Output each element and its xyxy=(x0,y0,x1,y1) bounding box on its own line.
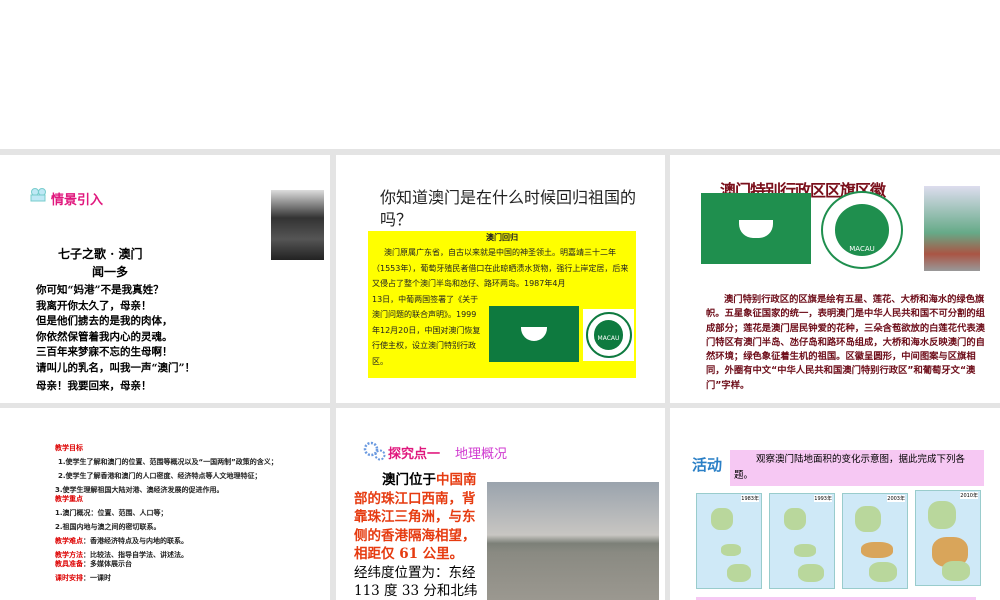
macau-emblem-image: MACAU xyxy=(821,191,903,269)
location-paragraph: 澳门位于中国南部的珠江口西南，背靠珠江三角洲，与东侧的香港隔海相望，相距仅 61… xyxy=(354,472,478,599)
poem-title: 七子之歌 · 澳门 xyxy=(58,247,143,261)
land-area-map-4: 2010年 xyxy=(915,490,981,586)
activity-label: 活动 xyxy=(692,456,723,474)
slide-thumbnail-1[interactable]: 情景引入 七子之歌 · 澳门 闻一多 你可知“妈港”不是我真姓？ 我离开你太久了… xyxy=(0,155,330,403)
info-box-text-side: 13日，中葡两国签署了《关于澳门问题的联合声明》。1999年12月20日，中国对… xyxy=(372,294,481,366)
poem-line: 请叫儿的乳名，叫我一声“澳门”！ xyxy=(36,361,196,374)
section-heading: 探究点一 xyxy=(388,447,441,462)
activity-instruction: 观察澳门陆地面积的变化示意图，据此完成下列各题。 xyxy=(730,450,984,486)
slide-thumbnail-4[interactable]: 教学目标 1.使学生了解和澳门的位置、范围等概况以及“一国两制”政策的含义； 2… xyxy=(0,408,330,600)
lesson-plan: 教学目标 1.使学生了解和澳门的位置、范围等概况以及“一国两制”政策的含义； 2… xyxy=(55,444,278,582)
macau-emblem-image: MACAU xyxy=(585,312,632,358)
land-area-map-3: 2003年 xyxy=(842,493,908,589)
gears-icon xyxy=(362,440,386,462)
info-box-text: 澳门原属广东省，自古以来就是中国的神圣领土。明嘉靖三十二年（1553年），葡萄牙… xyxy=(372,248,629,288)
author-portrait xyxy=(271,190,324,260)
poem-line: 你可知“妈港”不是我真姓？ xyxy=(36,284,164,296)
info-box-title: 澳门回归 xyxy=(486,233,518,242)
section-subheading: 地理概况 xyxy=(455,447,508,462)
slide-thumbnail-5[interactable]: 探究点一 地理概况 澳门位于中国南部的珠江口西南，背靠珠江三角洲，与东侧的香港隔… xyxy=(336,408,665,600)
slide-sorter-top-area xyxy=(0,0,1000,149)
slide-heading: 情景引入 xyxy=(51,193,104,208)
land-area-map-1: 1983年 xyxy=(696,493,762,589)
question-title: 你知道澳门是在什么时候回归祖国的吗？ xyxy=(380,188,637,229)
golden-lotus-photo xyxy=(924,186,980,271)
poem-line: 我离开你太久了，母亲！ xyxy=(36,299,152,312)
slide-thumbnail-6[interactable]: 活动 观察澳门陆地面积的变化示意图，据此完成下列各题。 1983年 1993年 … xyxy=(670,408,1000,600)
info-box: 澳门回归 澳门原属广东省，自古以来就是中国的神圣领土。明嘉靖三十二年（1553年… xyxy=(368,231,636,378)
video-camera-icon xyxy=(29,187,49,202)
poem-line: 但是他们掳去的是我的肉体， xyxy=(36,315,173,327)
slide-thumbnail-3[interactable]: 澳门特别行政区区旗区徽 MACAU 澳门特别行政区的区旗是绘有五星、莲花、大桥和… xyxy=(670,155,1000,403)
slide-thumbnail-2[interactable]: 你知道澳门是在什么时候回归祖国的吗？ 澳门回归 澳门原属广东省，自古以来就是中国… xyxy=(336,155,665,403)
macau-coast-photo xyxy=(487,482,659,600)
description-paragraph: 澳门特别行政区的区旗是绘有五星、莲花、大桥和海水的绿色旗帜。五星象征国家的统一，… xyxy=(706,294,985,391)
macau-flag-image xyxy=(489,306,579,362)
poem-line: 你依然保管着我内心的灵魂。 xyxy=(36,330,173,343)
poem-line: 三百年来梦寐不忘的生母啊！ xyxy=(36,346,173,358)
poem-body: 你可知“妈港”不是我真姓？ 我离开你太久了，母亲！ 但是他们掳去的是我的肉体， … xyxy=(36,283,195,395)
poem-author: 闻一多 xyxy=(92,265,129,279)
land-area-map-2: 1993年 xyxy=(769,493,835,589)
macau-flag-image xyxy=(701,193,811,264)
poem-line: 母亲！我要回来，母亲！ xyxy=(36,380,152,392)
